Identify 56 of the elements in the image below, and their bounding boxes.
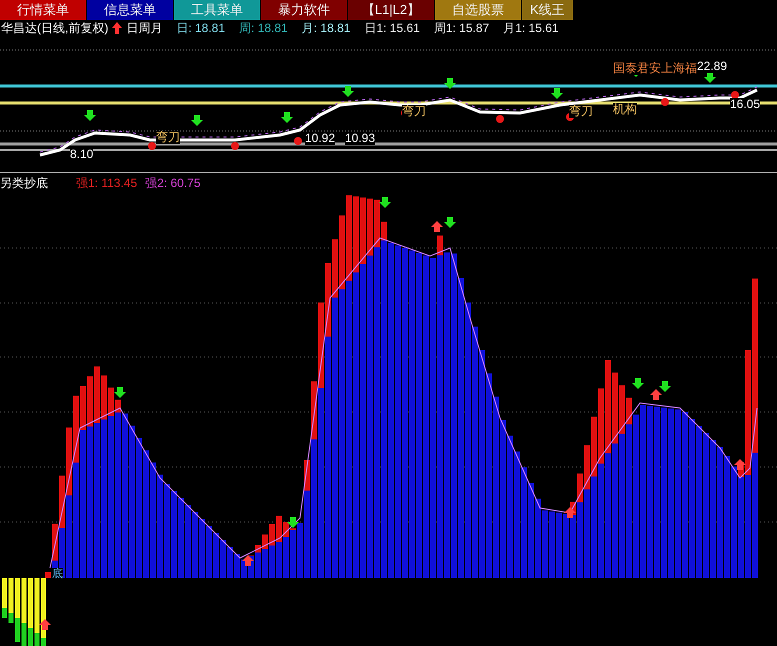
signal-dot bbox=[731, 91, 739, 99]
signal-dot bbox=[496, 115, 504, 123]
up-arrow-icon bbox=[39, 619, 51, 630]
up-arrow-icon bbox=[564, 507, 576, 518]
chart-label: 机构 bbox=[613, 103, 637, 116]
chart-label: 22.89 bbox=[697, 60, 728, 73]
up-arrow-icon bbox=[112, 22, 122, 34]
ma-value: 日: 18.81 bbox=[176, 20, 226, 36]
signal-dot bbox=[231, 142, 239, 150]
menu-tab[interactable]: 信息菜单 bbox=[87, 0, 174, 20]
down-arrow-icon bbox=[287, 517, 299, 528]
signal-dot bbox=[294, 137, 302, 145]
down-arrow-icon bbox=[659, 381, 671, 392]
negative-bars bbox=[2, 578, 46, 646]
down-arrow-icon bbox=[191, 115, 203, 126]
ma-value: 日1: 15.61 bbox=[364, 20, 420, 36]
menu-tab[interactable]: K线王 bbox=[522, 0, 574, 20]
ma-value: 月1: 15.61 bbox=[503, 20, 559, 36]
chart-label: 弯刀 bbox=[402, 105, 426, 118]
up-arrow-icon bbox=[431, 221, 443, 232]
down-arrow-icon bbox=[379, 197, 391, 208]
menu-tab[interactable]: 暴力软件 bbox=[261, 0, 348, 20]
ma-value: 周: 18.81 bbox=[239, 20, 288, 36]
ma-value: 周1: 15.87 bbox=[434, 20, 490, 36]
bottom-marker-label: 底 bbox=[52, 568, 63, 580]
down-arrow-icon bbox=[632, 378, 644, 389]
chart-label: 弯刀 bbox=[156, 131, 180, 144]
up-arrow-icon bbox=[650, 389, 662, 400]
period-label: 日周月 bbox=[126, 20, 162, 36]
chart-label: 10.92 bbox=[305, 132, 336, 145]
chart-label: 16.05 bbox=[730, 98, 760, 111]
down-arrow-icon bbox=[444, 78, 456, 89]
down-arrow-icon bbox=[281, 112, 293, 123]
chart-label: 8.10 bbox=[70, 148, 94, 161]
ma-value: 月: 18.81 bbox=[302, 20, 350, 36]
up-arrow-icon bbox=[242, 555, 254, 566]
down-arrow-icon bbox=[444, 217, 456, 228]
chart-label: 10.93 bbox=[345, 132, 376, 145]
indicator-title: 另类抄底 bbox=[0, 174, 48, 192]
down-arrow-icon bbox=[704, 72, 716, 83]
chart-label: 弯刀 bbox=[569, 105, 593, 118]
down-arrow-icon bbox=[342, 86, 354, 97]
menu-tab[interactable]: 【L1|L2】 bbox=[348, 0, 435, 20]
indicator-reading: 强2: 60.75 bbox=[145, 174, 201, 192]
indicator-reading: 强1: 113.45 bbox=[76, 174, 138, 192]
stock-title: 华昌达(日线,前复权) bbox=[1, 20, 108, 36]
menu-tab[interactable]: 自选股票 bbox=[435, 0, 522, 20]
menu-tab[interactable]: 行情菜单 bbox=[0, 0, 87, 20]
up-arrow-icon bbox=[734, 459, 746, 470]
down-arrow-icon bbox=[551, 88, 563, 99]
chart-label: 国泰君安上海福 bbox=[613, 62, 697, 75]
signal-dot bbox=[148, 142, 156, 150]
down-arrow-icon bbox=[84, 110, 96, 121]
down-arrow-icon bbox=[114, 387, 126, 398]
signal-dot bbox=[661, 98, 669, 106]
menu-tab[interactable]: 工具菜单 bbox=[174, 0, 261, 20]
